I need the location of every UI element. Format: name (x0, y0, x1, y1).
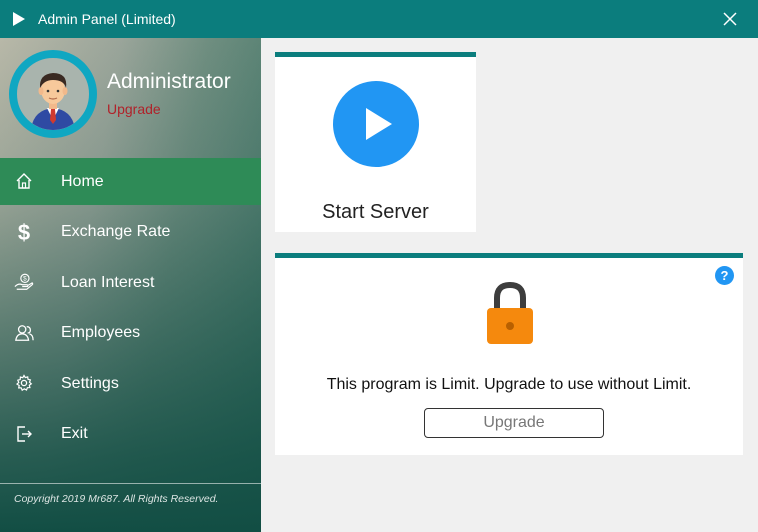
upgrade-button[interactable]: Upgrade (424, 408, 604, 438)
sidebar: Administrator Upgrade Home $ Exchange Ra… (0, 38, 261, 532)
window-title: Admin Panel (Limited) (38, 11, 176, 27)
copyright-text: Copyright 2019 Mr687. All Rights Reserve… (14, 493, 219, 505)
sidebar-item-label: Loan Interest (61, 273, 155, 291)
sidebar-item-home[interactable]: Home (0, 158, 261, 205)
play-icon (366, 108, 392, 140)
sidebar-item-label: Settings (61, 374, 119, 392)
start-server-button[interactable] (333, 81, 419, 167)
money-hand-icon: $ (14, 272, 34, 292)
profile-upgrade-link[interactable]: Upgrade (107, 101, 161, 117)
sidebar-nav: Home $ Exchange Rate $ Loan Interest Emp… (0, 158, 261, 462)
profile-panel: Administrator Upgrade (0, 38, 261, 158)
start-server-label: Start Server (322, 201, 429, 223)
svg-text:$: $ (23, 276, 27, 283)
help-icon[interactable]: ? (715, 266, 734, 285)
limit-card: ? This program is Limit. Upgrade to use … (275, 253, 743, 455)
start-server-card: Start Server (275, 52, 476, 232)
sidebar-item-exchange-rate[interactable]: $ Exchange Rate (0, 209, 261, 256)
sidebar-item-exit[interactable]: Exit (0, 411, 261, 458)
sidebar-divider (0, 483, 261, 484)
avatar (9, 50, 97, 138)
gear-icon (14, 373, 34, 393)
sidebar-item-settings[interactable]: Settings (0, 360, 261, 407)
close-button[interactable] (720, 9, 740, 29)
svg-text:$: $ (18, 221, 30, 243)
exit-icon (14, 424, 34, 444)
sidebar-item-label: Employees (61, 324, 141, 342)
sidebar-item-loan-interest[interactable]: $ Loan Interest (0, 259, 261, 306)
dollar-icon: $ (14, 221, 34, 243)
sidebar-item-label: Exchange Rate (61, 223, 171, 241)
title-bar: Admin Panel (Limited) (0, 0, 758, 38)
close-icon (723, 12, 737, 26)
sidebar-item-label: Home (61, 172, 104, 190)
sidebar-item-label: Exit (61, 425, 88, 443)
play-app-icon (13, 12, 25, 26)
user-avatar-icon (31, 73, 75, 130)
limit-message: This program is Limit. Upgrade to use wi… (326, 376, 692, 393)
home-icon (14, 171, 34, 191)
employees-icon (14, 323, 34, 343)
lock-icon (487, 281, 533, 344)
profile-name: Administrator (107, 70, 231, 93)
sidebar-item-employees[interactable]: Employees (0, 310, 261, 357)
